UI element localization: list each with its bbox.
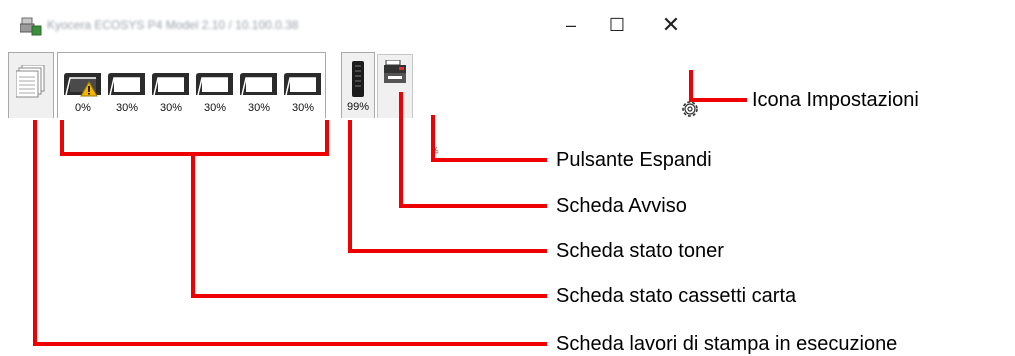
callout-alert-tab: Scheda Avviso bbox=[556, 195, 687, 217]
tab-bar: 0% 30% 30% 30% 30% 30% 99% ≚ bbox=[7, 48, 707, 158]
tray-level-label: 0% bbox=[75, 102, 91, 114]
paper-tray-icon bbox=[108, 73, 145, 96]
paper-tray-icon bbox=[240, 73, 277, 96]
callout-toner-tab: Scheda stato toner bbox=[556, 240, 724, 262]
tab-paper-trays[interactable]: 0% 30% 30% 30% 30% 30% bbox=[57, 52, 326, 118]
tab-alert[interactable] bbox=[377, 54, 413, 118]
tray-level-label: 30% bbox=[247, 102, 271, 114]
warning-icon bbox=[80, 81, 98, 97]
callout-paper-tab: Scheda stato cassetti carta bbox=[556, 285, 797, 307]
status-monitor-window: Kyocera ECOSYS P4 Model 2.10 / 10.100.0.… bbox=[7, 6, 707, 158]
tab-print-jobs[interactable] bbox=[8, 52, 54, 118]
multifunction-printer-icon bbox=[384, 60, 406, 83]
maximize-button[interactable]: ☐ bbox=[594, 10, 640, 40]
title-bar: Kyocera ECOSYS P4 Model 2.10 / 10.100.0.… bbox=[7, 6, 707, 44]
tray-level-label: 30% bbox=[291, 102, 315, 114]
printer-app-icon bbox=[20, 17, 42, 36]
paper-tray-icon bbox=[152, 73, 189, 96]
toner-level-label: 99% bbox=[346, 101, 370, 113]
close-button[interactable]: ✕ bbox=[648, 10, 694, 40]
paper-tray-icon bbox=[284, 73, 321, 96]
tray-level-label: 30% bbox=[115, 102, 139, 114]
window-title: Kyocera ECOSYS P4 Model 2.10 / 10.100.0.… bbox=[47, 18, 299, 32]
callout-expand-button: Pulsante Espandi bbox=[556, 149, 712, 171]
callout-jobs-tab: Scheda lavori di stampa in esecuzione bbox=[556, 333, 898, 355]
minimize-button[interactable]: – bbox=[548, 10, 594, 40]
toner-cartridge-icon bbox=[352, 61, 364, 97]
paper-tray-icon bbox=[196, 73, 233, 96]
callout-settings-icon: Icona Impostazioni bbox=[752, 89, 919, 111]
tray-level-label: 30% bbox=[159, 102, 183, 114]
document-stack-icon bbox=[16, 65, 45, 98]
tray-level-label: 30% bbox=[203, 102, 227, 114]
